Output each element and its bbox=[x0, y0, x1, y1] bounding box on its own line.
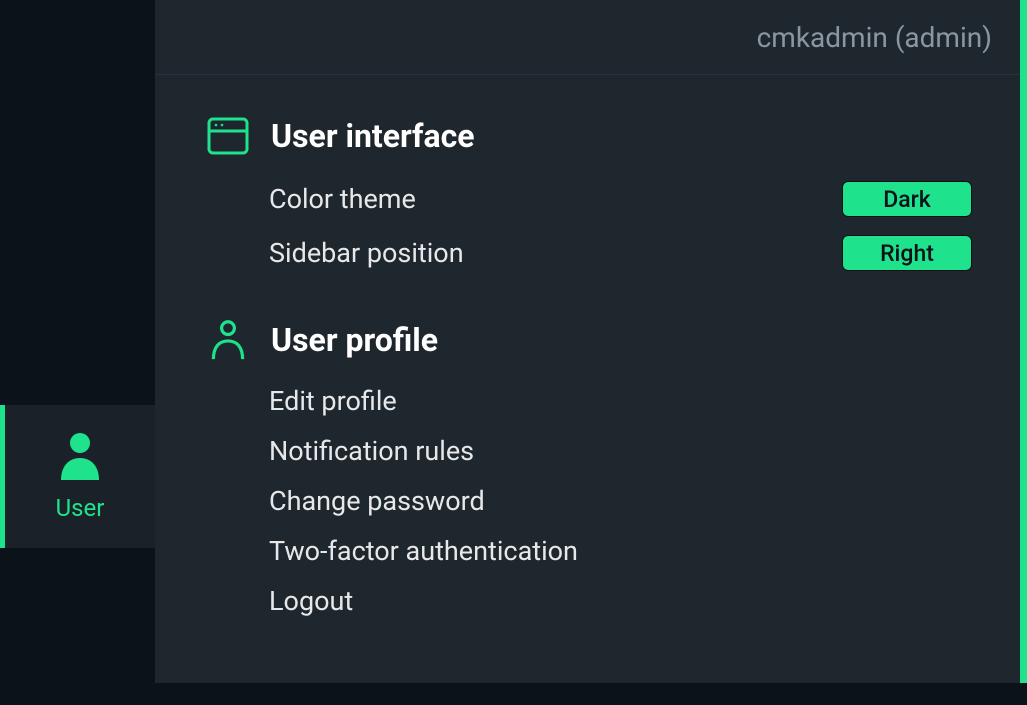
sidebar: User bbox=[0, 0, 155, 683]
sidebar-item-user[interactable]: User bbox=[0, 405, 155, 548]
menu-item-two-factor[interactable]: Two-factor authentication bbox=[269, 535, 972, 567]
menu-item-edit-profile[interactable]: Edit profile bbox=[269, 385, 972, 417]
main-panel: cmkadmin (admin) User interface bbox=[155, 0, 1027, 683]
color-theme-toggle[interactable]: Dark bbox=[842, 181, 972, 217]
sidebar-position-toggle[interactable]: Right bbox=[842, 235, 972, 271]
section-header-user-interface: User interface bbox=[207, 115, 972, 157]
menu-item-logout[interactable]: Logout bbox=[269, 585, 972, 617]
setting-sidebar-position: Sidebar position Right bbox=[207, 235, 972, 271]
person-icon bbox=[207, 319, 249, 361]
section-title-user-profile: User profile bbox=[271, 321, 438, 359]
user-profile-menu: Edit profile Notification rules Change p… bbox=[207, 385, 972, 617]
header: cmkadmin (admin) bbox=[155, 0, 1020, 75]
section-user-profile: User profile Edit profile Notification r… bbox=[207, 319, 972, 617]
section-header-user-profile: User profile bbox=[207, 319, 972, 361]
menu-item-notification-rules[interactable]: Notification rules bbox=[269, 435, 972, 467]
setting-color-theme: Color theme Dark bbox=[207, 181, 972, 217]
browser-window-icon bbox=[207, 115, 249, 157]
section-user-interface: User interface Color theme Dark Sidebar … bbox=[207, 115, 972, 271]
setting-label-sidebar-position: Sidebar position bbox=[269, 237, 464, 269]
menu-item-change-password[interactable]: Change password bbox=[269, 485, 972, 517]
section-title-user-interface: User interface bbox=[271, 117, 475, 155]
user-icon bbox=[59, 432, 101, 480]
setting-label-color-theme: Color theme bbox=[269, 183, 416, 215]
header-user-display: cmkadmin (admin) bbox=[757, 21, 992, 54]
content: User interface Color theme Dark Sidebar … bbox=[155, 75, 1020, 705]
sidebar-item-label: User bbox=[56, 494, 105, 522]
